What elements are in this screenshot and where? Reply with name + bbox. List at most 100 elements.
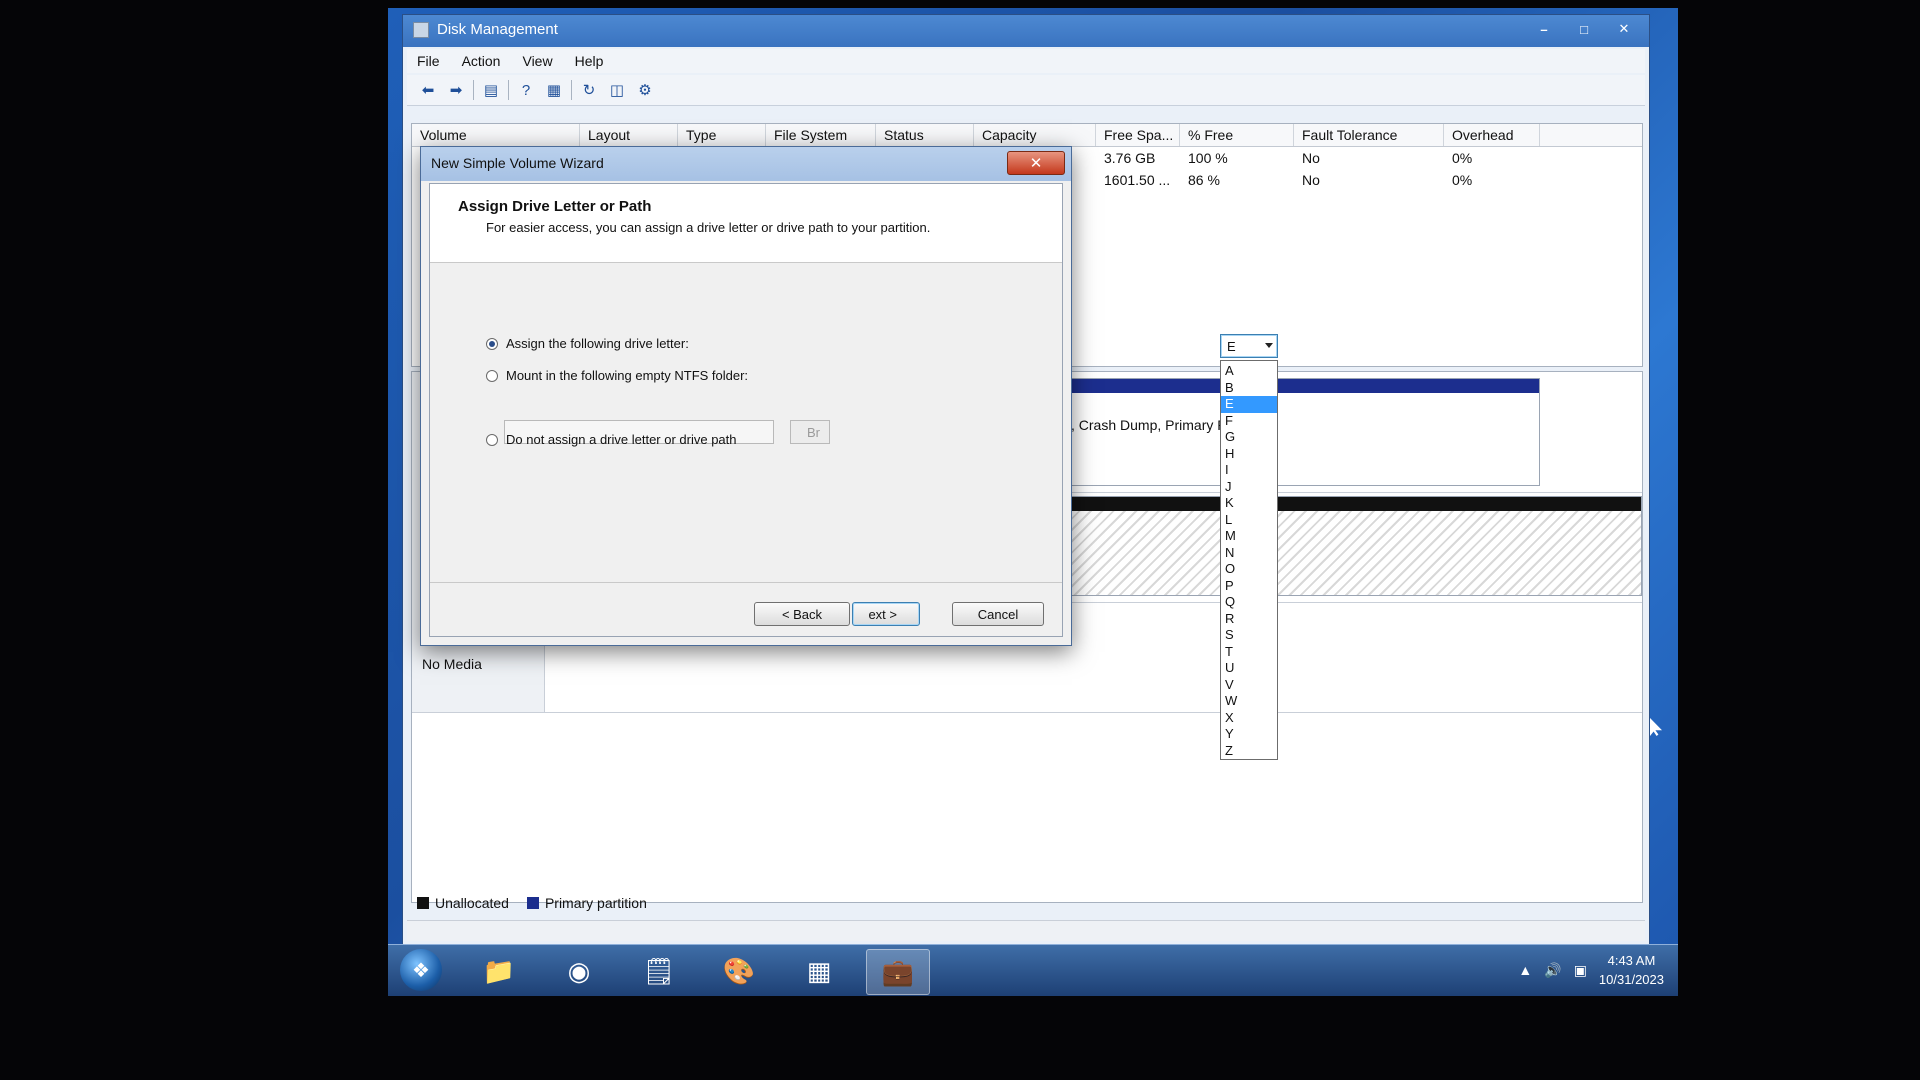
settings-icon[interactable]: ⚙ [634, 79, 656, 101]
column-status[interactable]: Status [876, 124, 974, 146]
column-type[interactable]: Type [678, 124, 766, 146]
drive-option[interactable]: Z [1221, 743, 1277, 760]
forward-arrow-icon[interactable]: ➡ [445, 79, 467, 101]
radio-no-letter[interactable] [486, 433, 498, 446]
menu-view[interactable]: View [522, 53, 552, 69]
help-icon[interactable]: ? [515, 79, 537, 101]
drive-option[interactable]: Y [1221, 726, 1277, 743]
system-tray: ▲ 🔊 ▣ 4:43 AM 10/31/2023 [1518, 951, 1664, 989]
wizard-heading: Assign Drive Letter or Path [458, 198, 652, 215]
control-panel-icon[interactable]: ▦ [788, 949, 850, 993]
chevron-down-icon[interactable] [1265, 343, 1273, 348]
console-tree-icon[interactable]: ▤ [480, 79, 502, 101]
option-no-letter[interactable]: Do not assign a drive letter or drive pa… [486, 432, 737, 447]
back-arrow-icon[interactable]: ⬅ [417, 79, 439, 101]
partition-description: , Crash Dump, Primary Partition) [1071, 417, 1274, 433]
drive-option[interactable]: U [1221, 660, 1277, 677]
browse-button[interactable]: Br [790, 420, 830, 444]
drive-option[interactable]: M [1221, 528, 1277, 545]
drive-option[interactable]: P [1221, 578, 1277, 595]
column-file-system[interactable]: File System [766, 124, 876, 146]
column-capacity[interactable]: Capacity [974, 124, 1096, 146]
drive-option[interactable]: G [1221, 429, 1277, 446]
column-percent-free[interactable]: % Free [1180, 124, 1294, 146]
drive-option[interactable]: B [1221, 380, 1277, 397]
primary-partition[interactable]: , Crash Dump, Primary Partition) [1060, 378, 1540, 486]
drive-option[interactable]: K [1221, 495, 1277, 512]
properties-icon[interactable]: ▦ [543, 79, 565, 101]
drive-option[interactable]: X [1221, 710, 1277, 727]
firefox-icon[interactable]: ◉ [548, 949, 610, 993]
taskbar: ❖ 📁 ◉ 🗒 🎨 ▦ 💼 ▲ 🔊 ▣ 4:43 AM 10/31/2023 [388, 944, 1678, 996]
drive-option[interactable]: V [1221, 677, 1277, 694]
column-free-space[interactable]: Free Spa... [1096, 124, 1180, 146]
column-overhead[interactable]: Overhead [1444, 124, 1540, 146]
start-button[interactable]: ❖ [400, 949, 442, 991]
tray-expand-icon[interactable]: ▲ [1518, 962, 1532, 978]
network-icon[interactable]: ▣ [1574, 962, 1587, 979]
disk-management-app-icon [413, 21, 429, 38]
drive-letter-dropdown: A B E F G H I J K L M N O P Q R S T U V … [1220, 360, 1278, 760]
cell-percent-free: 86 % [1188, 172, 1220, 188]
notepad-icon[interactable]: 🗒 [628, 949, 690, 993]
toolbar-separator [473, 80, 474, 100]
menu-help[interactable]: Help [575, 53, 604, 69]
drive-option[interactable]: W [1221, 693, 1277, 710]
cell-free-space: 1601.50 ... [1104, 172, 1171, 188]
file-explorer-icon[interactable]: 📁 [468, 949, 530, 993]
cell-fault-tolerance: No [1302, 172, 1320, 188]
wizard-close-button[interactable]: ✕ [1007, 151, 1065, 175]
wizard-subheading: For easier access, you can assign a driv… [486, 220, 931, 235]
cancel-button[interactable]: Cancel [952, 602, 1044, 626]
drive-option[interactable]: J [1221, 479, 1277, 496]
refresh-icon[interactable]: ↻ [578, 79, 600, 101]
column-layout[interactable]: Layout [580, 124, 678, 146]
maximize-button[interactable]: □ [1565, 19, 1603, 39]
next-button[interactable]: ext > [852, 602, 920, 626]
cell-percent-free: 100 % [1188, 150, 1228, 166]
radio-mount-folder[interactable] [486, 369, 498, 382]
drive-option[interactable]: O [1221, 561, 1277, 578]
drive-option[interactable]: H [1221, 446, 1277, 463]
drive-option[interactable]: I [1221, 462, 1277, 479]
option-mount-folder[interactable]: Mount in the following empty NTFS folder… [486, 368, 748, 383]
clock-time: 4:43 AM [1607, 953, 1656, 968]
back-button[interactable]: < Back [754, 602, 850, 626]
drive-option[interactable]: T [1221, 644, 1277, 661]
close-button[interactable]: ✕ [1605, 19, 1643, 39]
radio-assign-letter[interactable] [486, 337, 498, 350]
mouse-cursor-icon [1650, 718, 1662, 736]
drive-option[interactable]: R [1221, 611, 1277, 628]
drive-option[interactable]: Q [1221, 594, 1277, 611]
rescan-icon[interactable]: ◫ [606, 79, 628, 101]
computer-management-icon[interactable]: 💼 [866, 949, 930, 995]
option-assign-letter[interactable]: Assign the following drive letter: [486, 336, 689, 351]
minimize-button[interactable]: – [1525, 19, 1563, 39]
menu-file[interactable]: File [417, 53, 440, 69]
drive-letter-select[interactable]: E [1220, 334, 1278, 358]
legend-unallocated-text: Unallocated [435, 895, 509, 911]
cell-free-space: 3.76 GB [1104, 150, 1156, 166]
paint-icon[interactable]: 🎨 [708, 949, 770, 993]
drive-option[interactable]: N [1221, 545, 1277, 562]
option-mount-label: Mount in the following empty NTFS folder… [506, 368, 749, 383]
toolbar: ⬅ ➡ ▤ ? ▦ ↻ ◫ ⚙ [407, 75, 1645, 106]
toolbar-separator [571, 80, 572, 100]
column-fault-tolerance[interactable]: Fault Tolerance [1294, 124, 1444, 146]
drive-option-selected[interactable]: E [1221, 396, 1277, 413]
unallocated-partition-bar [1061, 497, 1641, 511]
drive-option[interactable]: A [1221, 363, 1277, 380]
option-assign-label: Assign the following drive letter: [506, 336, 689, 351]
cell-fault-tolerance: No [1302, 150, 1320, 166]
column-volume[interactable]: Volume [412, 124, 580, 146]
drive-option[interactable]: L [1221, 512, 1277, 529]
wizard-header: Assign Drive Letter or Path For easier a… [430, 184, 1062, 263]
unallocated-partition[interactable] [1060, 496, 1642, 596]
clock[interactable]: 4:43 AM 10/31/2023 [1599, 951, 1664, 989]
cell-overhead: 0% [1452, 150, 1473, 166]
volume-icon[interactable]: 🔊 [1544, 962, 1561, 979]
menu-bar: File Action View Help [407, 49, 1645, 73]
menu-action[interactable]: Action [462, 53, 501, 69]
drive-option[interactable]: S [1221, 627, 1277, 644]
drive-option[interactable]: F [1221, 413, 1277, 430]
